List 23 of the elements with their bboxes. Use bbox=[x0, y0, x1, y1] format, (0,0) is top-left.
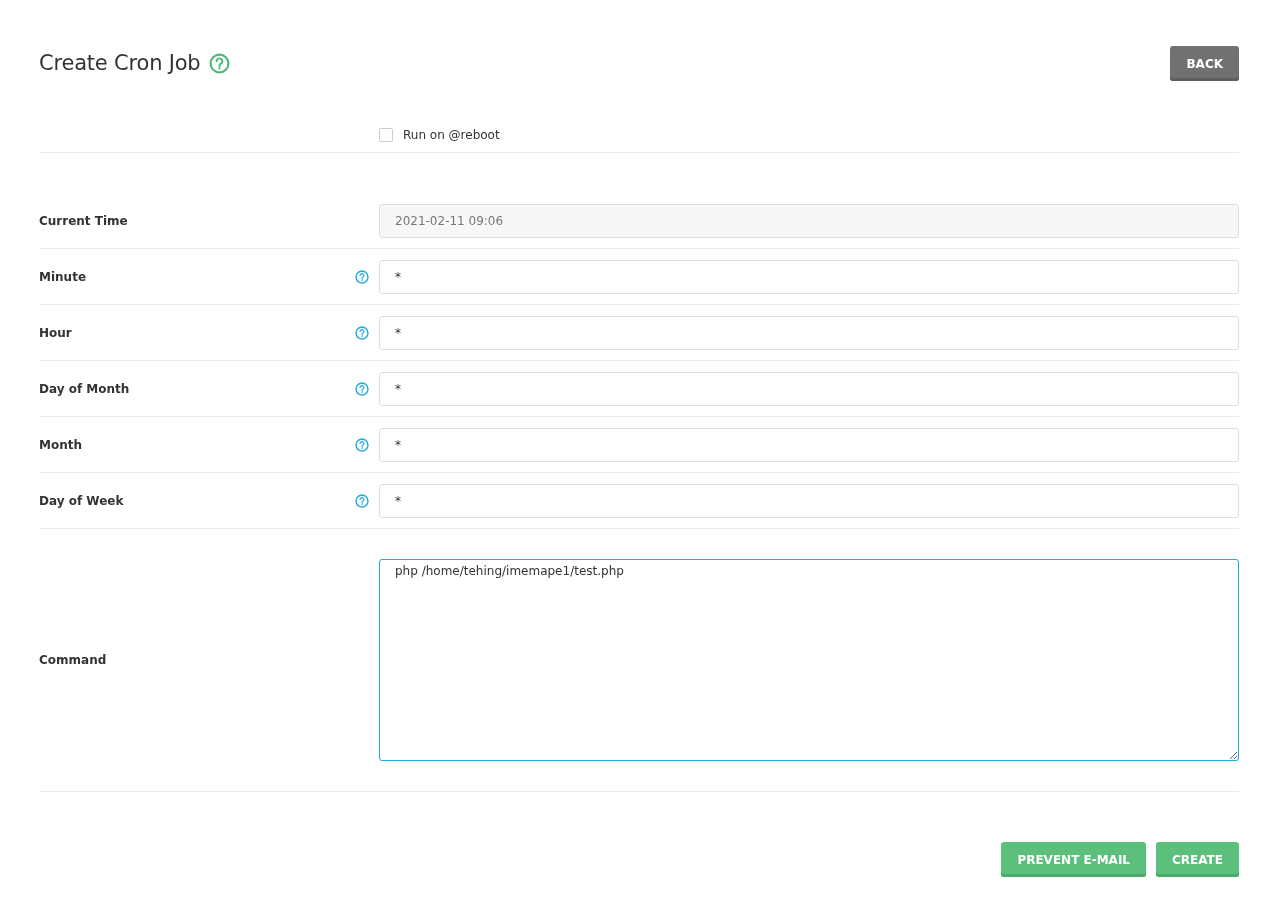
help-icon[interactable] bbox=[208, 52, 230, 74]
back-button[interactable]: BACK bbox=[1170, 46, 1239, 81]
text-field[interactable]: * bbox=[379, 427, 1239, 462]
field-label: Day of Week bbox=[39, 493, 124, 508]
help-icon[interactable] bbox=[355, 325, 369, 340]
text-field[interactable]: * bbox=[379, 259, 1239, 294]
help-icon[interactable] bbox=[355, 493, 369, 508]
help-icon[interactable] bbox=[355, 381, 369, 396]
text-field[interactable]: * bbox=[379, 483, 1239, 518]
help-icon[interactable] bbox=[355, 437, 369, 452]
field-label: Command bbox=[39, 653, 107, 667]
page-title: Create Cron Job bbox=[39, 51, 201, 75]
help-icon[interactable] bbox=[355, 269, 369, 284]
text-field[interactable]: * bbox=[379, 315, 1239, 350]
field-label: Current Time bbox=[39, 213, 128, 228]
reboot-checkbox[interactable] bbox=[379, 128, 393, 142]
field-label: Day of Month bbox=[39, 381, 130, 396]
field-label: Hour bbox=[39, 325, 72, 340]
checkbox-label: Run on @reboot bbox=[403, 128, 500, 142]
command-textarea[interactable]: php /home/tehing/imemape1/test.php bbox=[379, 559, 1239, 761]
field-label: Month bbox=[39, 437, 82, 452]
text-field[interactable]: * bbox=[379, 371, 1239, 406]
field-label: Minute bbox=[39, 269, 86, 284]
